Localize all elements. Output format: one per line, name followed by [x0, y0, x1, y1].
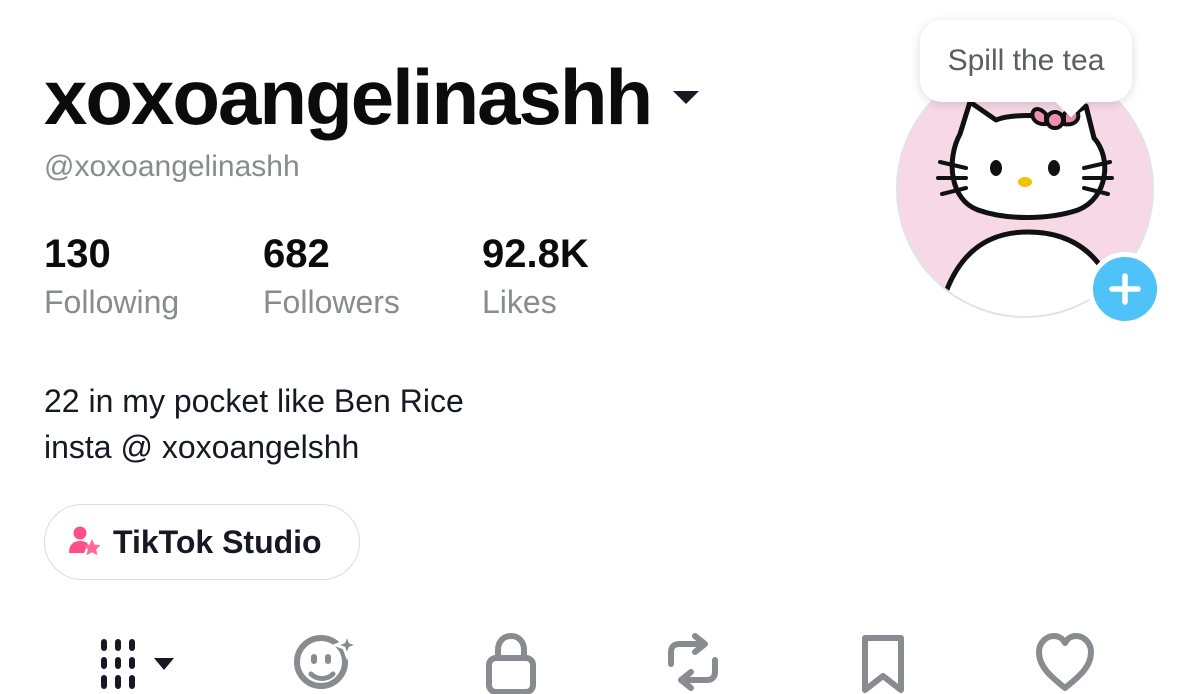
followers-count: 682	[263, 232, 330, 276]
tab-videos[interactable]	[88, 630, 188, 694]
following-count: 130	[44, 232, 111, 276]
handle: @xoxoangelinashh	[44, 150, 300, 183]
display-name: xoxoangelinashh	[44, 53, 653, 141]
tiktok-studio-button[interactable]: TikTok Studio	[44, 504, 360, 580]
bio: 22 in my pocket like Ben Rice insta @ xo…	[44, 378, 464, 470]
add-avatar-button[interactable]	[1088, 252, 1162, 326]
sparkle-face-icon	[294, 630, 361, 689]
username-row[interactable]: xoxoangelinashh	[44, 52, 700, 142]
tooltip-text: Spill the tea	[947, 44, 1105, 77]
spill-the-tea-tooltip[interactable]: Spill the tea	[920, 20, 1132, 102]
plus-icon	[1109, 273, 1141, 305]
tab-private[interactable]	[476, 630, 546, 694]
followers-label: Followers	[263, 284, 400, 320]
bio-line-1: 22 in my pocket like Ben Rice	[44, 383, 464, 419]
tab-saved[interactable]	[848, 630, 918, 694]
stat-likes[interactable]: 92.8K Likes	[482, 232, 589, 321]
heart-icon	[1036, 633, 1094, 691]
tiktok-studio-label: TikTok Studio	[113, 523, 322, 560]
likes-label: Likes	[482, 284, 557, 320]
tab-liked[interactable]	[1030, 630, 1100, 694]
studio-person-star-icon	[67, 523, 101, 562]
tab-sparkle[interactable]	[285, 630, 365, 694]
stat-followers[interactable]: 682 Followers	[263, 232, 400, 321]
bookmark-icon	[862, 635, 904, 693]
account-switch-caret-icon[interactable]	[673, 90, 700, 104]
repost-icon	[668, 633, 718, 691]
following-label: Following	[44, 284, 180, 320]
stat-following[interactable]: 130 Following	[44, 232, 179, 321]
likes-count: 92.8K	[482, 232, 589, 276]
grid-icon	[101, 639, 174, 689]
bio-line-2: insta @ xoxoangelshh	[44, 429, 360, 465]
tab-reposts[interactable]	[658, 630, 728, 694]
lock-icon	[486, 632, 536, 694]
